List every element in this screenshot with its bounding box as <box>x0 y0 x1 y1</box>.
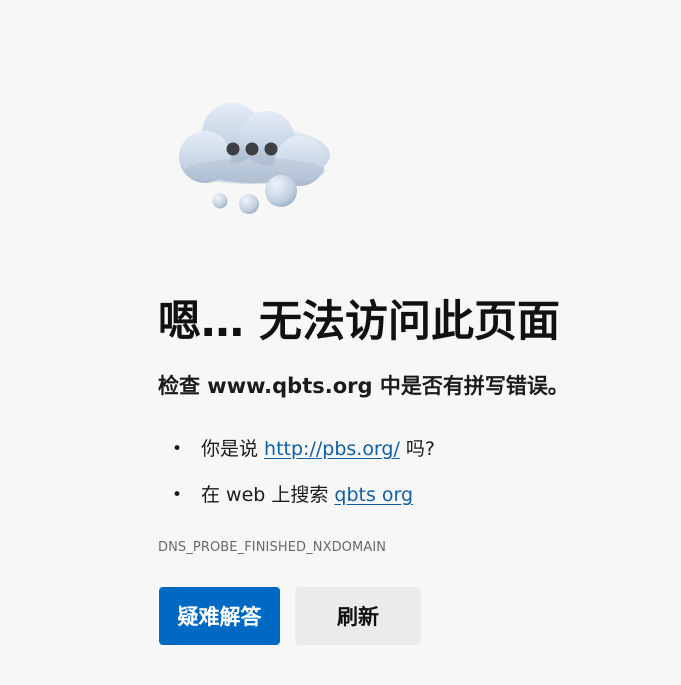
suggestion-prefix: 你是说 <box>201 438 265 460</box>
thinking-dots <box>226 142 278 156</box>
error-page: 嗯… 无法访问此页面 检查 www.qbts.org 中是否有拼写错误。 • 你… <box>0 0 681 685</box>
suggestion-text: 在 web 上搜索 qbts org <box>201 478 413 512</box>
web-search-link[interactable]: qbts org <box>334 484 413 506</box>
cloud-thinking-icon <box>179 103 330 214</box>
bullet-icon: • <box>172 439 183 459</box>
suggestion-suffix: 吗? <box>399 438 436 460</box>
troubleshoot-button[interactable]: 疑难解答 <box>159 587 280 645</box>
suggestion-prefix: 在 web 上搜索 <box>201 484 335 506</box>
page-title: 嗯… 无法访问此页面 <box>158 297 560 347</box>
error-subtitle: 检查 www.qbts.org 中是否有拼写错误。 <box>158 374 569 398</box>
refresh-button[interactable]: 刷新 <box>295 587 421 645</box>
suggestion-text: 你是说 http://pbs.org/ 吗? <box>201 432 435 466</box>
bullet-icon: • <box>172 485 183 505</box>
error-code: DNS_PROBE_FINISHED_NXDOMAIN <box>158 540 387 555</box>
suggested-url-link[interactable]: http://pbs.org/ <box>264 438 400 460</box>
